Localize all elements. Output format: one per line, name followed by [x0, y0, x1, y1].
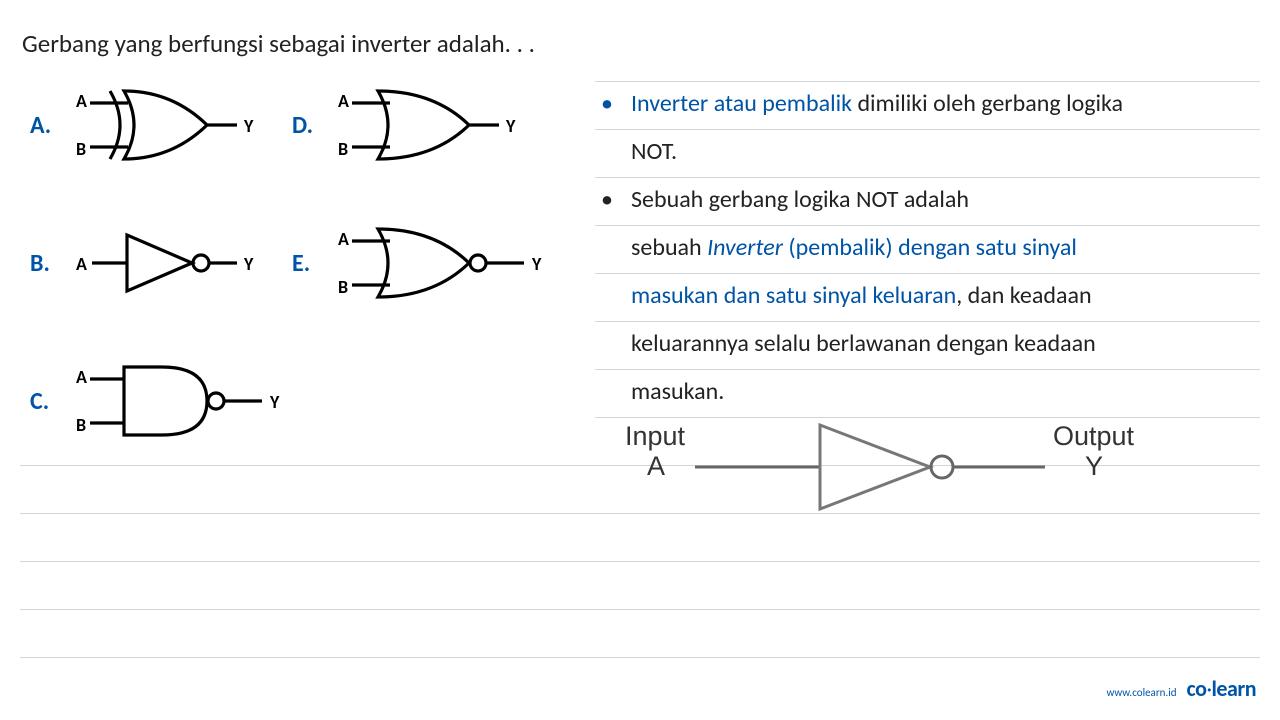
or-gate-icon: A B Y — [334, 85, 524, 165]
explanation-panel: • Inverter atau pembalik dimiliki oleh g… — [595, 80, 1260, 416]
option-e-label: E. — [292, 249, 322, 278]
bullet-1-line-2: NOT. — [595, 128, 1260, 176]
svg-text:B: B — [76, 138, 86, 160]
svg-text:Y: Y — [531, 253, 542, 275]
not-gate-diagram: Input A Output Y — [605, 415, 1165, 530]
option-row-1: A. A B Y D. A B Y — [30, 80, 590, 170]
option-b-label: B. — [30, 249, 60, 278]
svg-text:A: A — [76, 366, 87, 388]
not-gate-icon: A Y — [72, 223, 262, 303]
svg-text:Y: Y — [1085, 451, 1103, 481]
option-c-label: C. — [30, 387, 60, 416]
xor-gate-icon: A B Y — [72, 85, 262, 165]
svg-text:A: A — [338, 228, 349, 250]
svg-text:Output: Output — [1053, 421, 1135, 451]
options-panel: A. A B Y D. A B Y — [30, 80, 590, 494]
option-row-2: B. A Y E. A B Y — [30, 218, 590, 308]
svg-text:A: A — [76, 90, 87, 112]
bullet-dot-icon: • — [601, 80, 613, 128]
bullet-2-line-1: • Sebuah gerbang logika NOT adalah — [595, 176, 1260, 224]
option-d: D. A B Y — [292, 85, 524, 165]
option-a-label: A. — [30, 111, 60, 140]
option-b: B. A Y — [30, 223, 262, 303]
bullet-2-line-4: keluarannya selalu berlawanan dengan kea… — [595, 320, 1260, 368]
bullet-1-line-1: • Inverter atau pembalik dimiliki oleh g… — [595, 80, 1260, 128]
option-row-3: C. A B Y — [30, 356, 590, 446]
svg-text:A: A — [338, 90, 349, 112]
bullet-2-line-2: sebuah Inverter (pembalik) dengan satu s… — [595, 224, 1260, 272]
footer-url: www.colearn.id — [1106, 686, 1176, 699]
nor-gate-icon: A B Y — [334, 223, 554, 303]
svg-text:Y: Y — [243, 115, 254, 137]
option-e: E. A B Y — [292, 223, 554, 303]
svg-text:B: B — [76, 414, 86, 436]
option-d-label: D. — [292, 111, 322, 140]
nand-gate-icon: A B Y — [72, 361, 292, 441]
svg-text:B: B — [338, 276, 348, 298]
bullet-2-line-3: masukan dan satu sinyal keluaran, dan ke… — [595, 272, 1260, 320]
option-c: C. A B Y — [30, 361, 292, 441]
brand-logo: co·learn — [1187, 675, 1256, 702]
svg-text:A: A — [647, 451, 665, 481]
option-a: A. A B Y — [30, 85, 262, 165]
svg-text:B: B — [338, 138, 348, 160]
bullet-2-line-5: masukan. — [595, 368, 1260, 416]
question-text: Gerbang yang berfungsi sebagai inverter … — [22, 28, 535, 59]
footer: www.colearn.id co·learn — [1106, 675, 1256, 702]
svg-text:A: A — [76, 253, 87, 275]
svg-text:Y: Y — [269, 391, 280, 413]
svg-text:Y: Y — [243, 253, 254, 275]
svg-text:Y: Y — [505, 115, 516, 137]
svg-text:Input: Input — [625, 421, 686, 451]
bullet-dot-icon: • — [601, 176, 613, 224]
